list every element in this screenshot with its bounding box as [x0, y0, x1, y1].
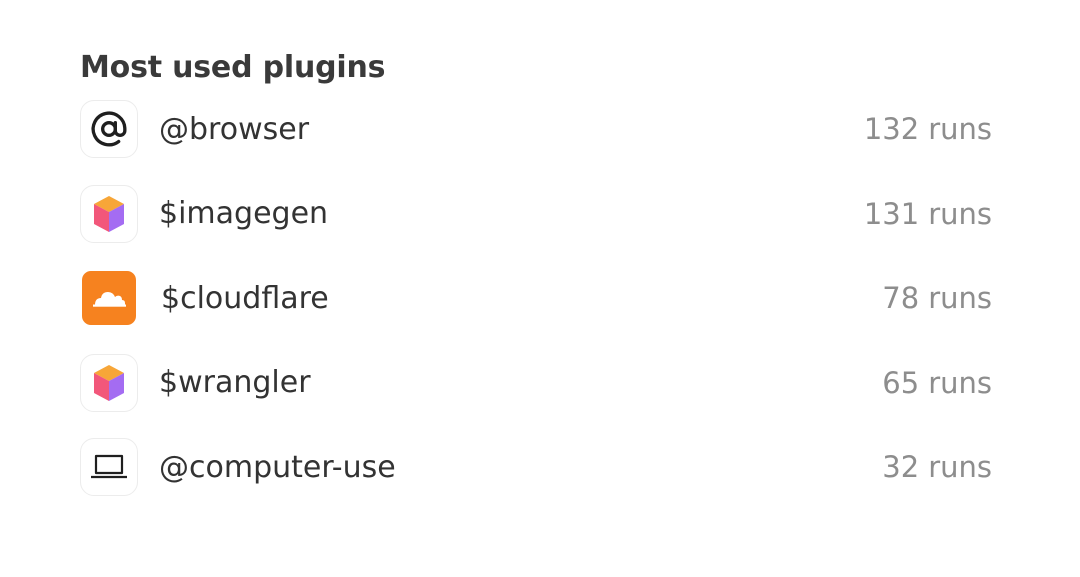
plugin-row-wrangler[interactable]: $wrangler 65 runs [80, 341, 992, 426]
plugin-run-count: 131 runs [863, 196, 992, 231]
plugin-name: @browser [159, 111, 310, 147]
at-sign-icon [80, 100, 138, 159]
plugin-row-cloudflare[interactable]: $cloudflare 78 runs [80, 256, 992, 341]
plugin-name: $cloudflare [161, 280, 329, 316]
plugin-row-browser[interactable]: @browser 132 runs [80, 87, 992, 172]
plugin-run-count: 78 runs [882, 281, 992, 316]
plugin-run-count: 132 runs [863, 112, 992, 147]
plugin-name: $wrangler [159, 365, 311, 401]
plugin-name: $imagegen [159, 196, 329, 232]
laptop-icon [80, 438, 138, 497]
cube-icon [80, 353, 138, 412]
plugin-row-computer-use[interactable]: @computer-use 32 runs [80, 425, 992, 510]
cube-icon [80, 184, 138, 243]
cloudflare-icon [82, 271, 136, 326]
plugin-row-imagegen[interactable]: $imagegen 131 runs [80, 172, 992, 257]
plugin-run-count: 65 runs [882, 365, 992, 400]
most-used-plugins-panel: Most used plugins @browser 132 runs $imag… [80, 40, 992, 510]
plugin-list: @browser 132 runs $imagegen 131 runs $cl… [80, 87, 992, 510]
plugin-run-count: 32 runs [882, 450, 992, 485]
plugin-name: @computer-use [159, 449, 396, 485]
